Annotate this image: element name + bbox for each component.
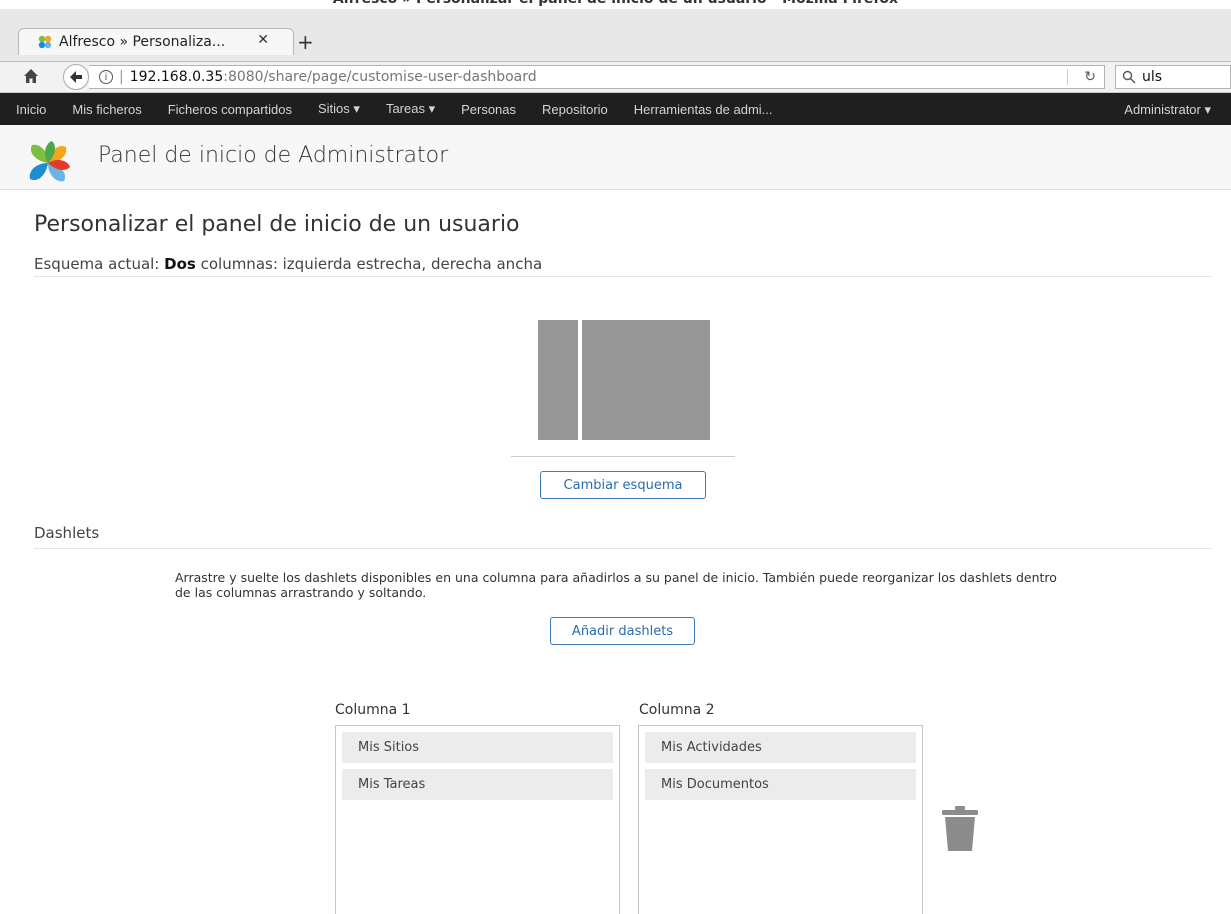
alfresco-flower-icon <box>38 35 52 49</box>
browser-tab-strip: Alfresco » Personaliza... ✕ + <box>0 9 1231 62</box>
close-tab-icon[interactable]: ✕ <box>257 32 269 48</box>
browser-navigation-bar: i | 192.168.0.35 :8080/share/page/custom… <box>0 62 1231 93</box>
user-menu[interactable]: Administrator ▾ <box>1124 102 1211 118</box>
current-layout-text: Esquema actual: Dos columnas: izquierda … <box>34 255 542 273</box>
column-2-dropzone[interactable]: Mis Actividades Mis Documentos <box>638 725 923 914</box>
layout-description: columnas: izquierda estrecha, derecha an… <box>195 255 543 273</box>
home-icon[interactable] <box>23 68 39 84</box>
window-title: Alfresco » Personalizar el panel de inic… <box>0 0 1231 9</box>
dashlet-item[interactable]: Mis Sitios <box>342 732 613 763</box>
dashboard-title-bar: Panel de inicio de Administrator <box>0 125 1231 190</box>
search-value: uls <box>1142 69 1163 85</box>
divider <box>511 456 735 457</box>
column-1-dropzone[interactable]: Mis Sitios Mis Tareas <box>335 725 620 914</box>
column-1-label: Columna 1 <box>335 702 411 718</box>
column-2-label: Columna 2 <box>639 702 715 718</box>
browser-tab[interactable]: Alfresco » Personaliza... ✕ <box>18 28 294 55</box>
search-input[interactable]: uls <box>1115 65 1231 89</box>
layout-narrow-column <box>538 320 578 440</box>
layout-bold: Dos <box>164 255 196 273</box>
search-icon <box>1122 70 1136 84</box>
change-layout-button[interactable]: Cambiar esquema <box>540 471 706 499</box>
url-separator: | <box>119 69 124 85</box>
dashlet-item[interactable]: Mis Documentos <box>645 769 916 800</box>
menu-tareas[interactable]: Tareas ▾ <box>378 101 443 117</box>
menu-inicio[interactable]: Inicio <box>16 102 54 117</box>
alfresco-app-menu: Inicio Mis ficheros Ficheros compartidos… <box>0 93 1231 125</box>
menu-repositorio[interactable]: Repositorio <box>534 102 616 117</box>
menu-ficheros-compartidos[interactable]: Ficheros compartidos <box>160 102 300 117</box>
reload-icon[interactable]: ↻ <box>1084 69 1096 85</box>
url-bar[interactable]: i | 192.168.0.35 :8080/share/page/custom… <box>89 65 1105 89</box>
add-dashlets-button[interactable]: Añadir dashlets <box>550 617 695 645</box>
menu-herramientas-admin[interactable]: Herramientas de admi... <box>626 102 781 117</box>
page-title: Panel de inicio de Administrator <box>98 143 449 168</box>
new-tab-button[interactable]: + <box>297 30 314 54</box>
customise-heading: Personalizar el panel de inicio de un us… <box>34 212 520 237</box>
trash-icon[interactable] <box>940 805 980 853</box>
dashlet-item[interactable]: Mis Actividades <box>645 732 916 763</box>
dashlet-item[interactable]: Mis Tareas <box>342 769 613 800</box>
layout-wide-column <box>582 320 710 440</box>
menu-mis-ficheros[interactable]: Mis ficheros <box>64 102 149 117</box>
info-icon[interactable]: i <box>99 70 113 84</box>
back-button[interactable] <box>63 64 89 90</box>
url-divider <box>1067 69 1068 85</box>
url-path: :8080/share/page/customise-user-dashboar… <box>223 69 537 85</box>
menu-personas[interactable]: Personas <box>453 102 524 117</box>
layout-prefix: Esquema actual: <box>34 255 165 273</box>
back-arrow-icon <box>70 71 82 83</box>
dashlets-section-title: Dashlets <box>34 524 100 542</box>
alfresco-logo <box>29 141 70 182</box>
browser-tab-label: Alfresco » Personaliza... <box>59 34 226 50</box>
url-host: 192.168.0.35 <box>129 69 224 85</box>
divider <box>34 548 1211 549</box>
dashlets-instructions: Arrastre y suelte los dashlets disponibl… <box>175 570 1057 600</box>
menu-sitios[interactable]: Sitios ▾ <box>310 101 368 117</box>
layout-preview <box>538 320 710 440</box>
divider <box>34 276 1211 277</box>
